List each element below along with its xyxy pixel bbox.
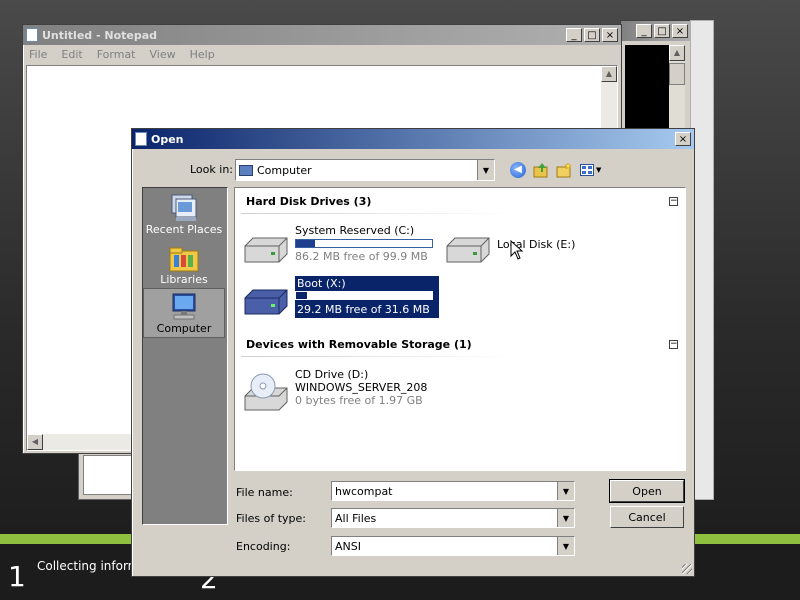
open-dialog-titlebar: Open ×: [132, 129, 694, 149]
group-divider: [241, 356, 511, 357]
files-of-type-label: Files of type:: [236, 512, 307, 525]
menu-file[interactable]: File: [29, 48, 47, 61]
files-of-type-dropdown-arrow-icon[interactable]: ▼: [557, 509, 574, 527]
encoding-dropdown-arrow-icon[interactable]: ▼: [557, 537, 574, 555]
hard-drive-icon: [244, 237, 288, 263]
place-label-computer: Computer: [156, 322, 212, 335]
console-scroll-thumb[interactable]: [669, 63, 685, 85]
drive-item-d[interactable]: CD Drive (D:) WINDOWS_SERVER_208 0 bytes…: [241, 368, 461, 416]
look-in-label: Look in:: [190, 163, 233, 176]
computer-icon: [172, 293, 196, 320]
collapse-hard-disk-drives-icon[interactable]: −: [669, 197, 678, 206]
notepad-icon: [26, 28, 38, 42]
libraries-icon: [169, 247, 199, 272]
group-divider: [241, 213, 511, 214]
places-bar: Recent Places Libraries Computer: [142, 187, 228, 525]
drive-usage-fill-c: [296, 240, 316, 247]
place-recent-places[interactable]: Recent Places: [143, 188, 225, 238]
background-minimize-button[interactable]: _: [636, 24, 652, 38]
group-header-removable-storage[interactable]: Devices with Removable Storage (1): [246, 338, 472, 351]
file-name-dropdown-arrow-icon[interactable]: ▼: [557, 482, 574, 500]
menu-format[interactable]: Format: [97, 48, 136, 61]
drive-name-x: Boot (X:): [297, 277, 346, 290]
notepad-maximize-button[interactable]: □: [584, 28, 600, 42]
file-name-label: File name:: [236, 486, 293, 499]
mouse-cursor-icon: [510, 240, 524, 260]
look-in-dropdown[interactable]: Computer ▼: [235, 159, 495, 181]
open-button[interactable]: Open: [609, 479, 685, 503]
drive-item-c[interactable]: System Reserved (C:) 86.2 MB free of 99.…: [241, 224, 441, 272]
background-close-button[interactable]: ×: [672, 24, 688, 38]
setup-step-text-1: Collecting inform: [37, 559, 140, 573]
notepad-scroll-up-button[interactable]: ▲: [601, 66, 617, 82]
cd-drive-icon: [244, 373, 288, 411]
open-dialog-close-button[interactable]: ×: [675, 132, 691, 146]
view-menu-icon[interactable]: ▼: [580, 162, 604, 178]
drive-name-c: System Reserved (C:): [295, 224, 415, 237]
drive-free-x: 29.2 MB free of 31.6 MB: [297, 303, 430, 316]
files-of-type-dropdown[interactable]: All Files ▼: [331, 508, 575, 528]
computer-small-icon: [239, 164, 253, 176]
place-libraries[interactable]: Libraries: [143, 238, 225, 288]
background-maximize-button[interactable]: □: [654, 24, 670, 38]
notepad-scroll-left-button[interactable]: ◀: [27, 434, 43, 450]
group-header-hard-disk-drives[interactable]: Hard Disk Drives (3): [246, 195, 371, 208]
notepad-title: Untitled - Notepad: [42, 28, 158, 42]
drive-volume-label-d: WINDOWS_SERVER_208: [295, 381, 428, 394]
drive-free-d: 0 bytes free of 1.97 GB: [295, 394, 423, 407]
open-dialog-icon: [135, 132, 147, 146]
files-of-type-value: All Files: [335, 511, 377, 525]
setup-step-number-1: 1: [8, 560, 26, 593]
file-name-value: hwcompat: [335, 484, 393, 498]
encoding-label: Encoding:: [236, 540, 291, 553]
drive-name-e: Local Disk (E:): [497, 238, 576, 251]
resize-grip[interactable]: [682, 564, 692, 574]
cancel-button[interactable]: Cancel: [610, 506, 684, 528]
drive-usage-bar-x: [295, 291, 433, 300]
place-label-recent-places: Recent Places: [145, 223, 223, 236]
drive-usage-bar-c: [295, 239, 433, 248]
open-dialog: Open × Look in: Computer ▼ ◀ ▼ Recent Pl…: [131, 128, 695, 577]
notepad-close-button[interactable]: ×: [602, 28, 618, 42]
drive-item-x[interactable]: Boot (X:) 29.2 MB free of 31.6 MB: [241, 276, 441, 324]
encoding-value: ANSI: [335, 539, 361, 553]
notepad-titlebar: Untitled - Notepad _ □ ×: [23, 25, 621, 45]
drive-selection-highlight-x: Boot (X:) 29.2 MB free of 31.6 MB: [295, 276, 439, 318]
hard-drive-icon: [446, 237, 490, 263]
new-folder-icon[interactable]: [556, 162, 572, 178]
console-scroll-up-button[interactable]: ▲: [669, 45, 685, 61]
encoding-dropdown[interactable]: ANSI ▼: [331, 536, 575, 556]
background-window-titlebar: _ □ ×: [621, 21, 691, 41]
look-in-dropdown-arrow-icon[interactable]: ▼: [477, 160, 494, 180]
place-label-libraries: Libraries: [160, 273, 208, 286]
collapse-removable-storage-icon[interactable]: −: [669, 340, 678, 349]
file-list-area[interactable]: Hard Disk Drives (3) − System Reserved (…: [234, 187, 686, 471]
recent-places-icon: [171, 194, 197, 221]
hard-drive-blue-icon: [244, 289, 288, 315]
look-in-value: Computer: [257, 163, 312, 177]
menu-edit[interactable]: Edit: [61, 48, 82, 61]
back-icon[interactable]: ◀: [510, 162, 526, 178]
file-name-input[interactable]: hwcompat ▼: [331, 481, 575, 501]
up-folder-icon[interactable]: [533, 162, 549, 178]
menu-view[interactable]: View: [150, 48, 176, 61]
menu-help[interactable]: Help: [190, 48, 215, 61]
drive-usage-fill-x: [296, 292, 307, 299]
place-computer[interactable]: Computer: [143, 288, 225, 338]
drive-free-c: 86.2 MB free of 99.9 MB: [295, 250, 428, 263]
open-dialog-title: Open: [151, 132, 184, 146]
notepad-minimize-button[interactable]: _: [566, 28, 582, 42]
notepad-menubar: File Edit Format View Help: [23, 45, 621, 63]
drive-name-d: CD Drive (D:): [295, 368, 369, 381]
